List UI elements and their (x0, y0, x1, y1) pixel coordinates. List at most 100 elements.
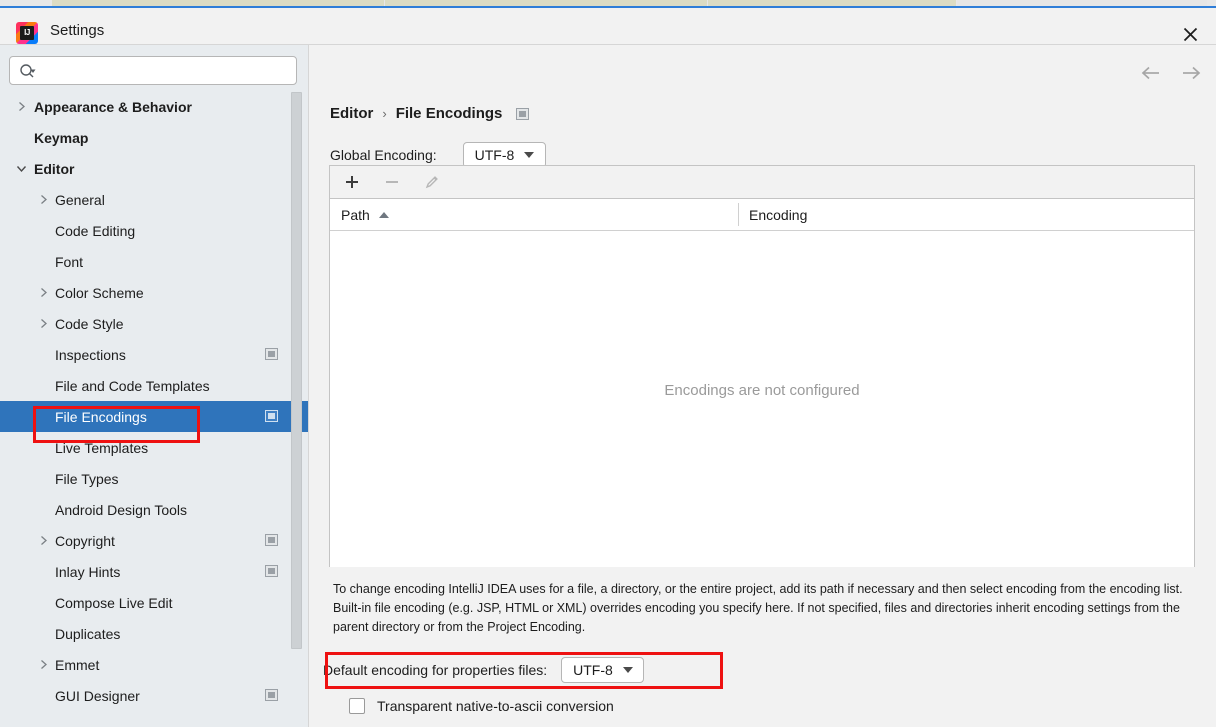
sidebar-item-general[interactable]: General (0, 184, 308, 215)
settings-sidebar: Appearance & Behavior Keymap Editor General… (0, 45, 309, 727)
column-header-encoding[interactable]: Encoding (749, 199, 807, 230)
sidebar-item-appearance-behavior[interactable]: Appearance & Behavior (0, 91, 308, 122)
breadcrumb-parent[interactable]: Editor (330, 105, 373, 122)
chevron-right-icon (41, 195, 47, 204)
sidebar-item-inlay-hints[interactable]: Inlay Hints (0, 556, 308, 587)
sidebar-item-label: Inspections (55, 346, 126, 363)
sidebar-item-gui-designer[interactable]: GUI Designer (0, 680, 308, 711)
sidebar-item-file-encodings[interactable]: File Encodings (0, 401, 308, 432)
sidebar-scrollbar[interactable] (291, 92, 302, 692)
project-settings-icon (516, 107, 530, 120)
sidebar-item-code-style[interactable]: Code Style (0, 308, 308, 339)
breadcrumb-separator: › (382, 106, 387, 121)
sidebar-item-file-types[interactable]: File Types (0, 463, 308, 494)
sidebar-item-inspections[interactable]: Inspections (0, 339, 308, 370)
chevron-down-icon (524, 152, 535, 158)
plus-icon (346, 176, 358, 188)
back-button[interactable] (1138, 60, 1164, 86)
table-body: Encodings are not configured (330, 231, 1194, 567)
sidebar-item-label: Android Design Tools (55, 501, 188, 518)
arrow-left-icon (1141, 66, 1159, 80)
logo-letters: IJ (20, 26, 34, 40)
remove-encoding-button[interactable] (381, 171, 403, 193)
encodings-table: Path Encoding Encodings are not configur… (329, 165, 1195, 567)
sidebar-scrollbar-thumb[interactable] (291, 92, 302, 649)
column-divider[interactable] (738, 203, 739, 226)
default-properties-encoding-value: UTF-8 (573, 662, 613, 678)
empty-state-message: Encodings are not configured (664, 381, 860, 399)
project-settings-icon (265, 410, 278, 422)
sidebar-item-copyright[interactable]: Copyright (0, 525, 308, 556)
sidebar-item-label: Appearance & Behavior (34, 98, 192, 115)
add-encoding-button[interactable] (341, 171, 363, 193)
sidebar-item-live-templates[interactable]: Live Templates (0, 432, 308, 463)
search-icon (20, 64, 36, 78)
sidebar-item-label: Compose Live Edit (55, 594, 173, 611)
sidebar-item-android-design-tools[interactable]: Android Design Tools (0, 494, 308, 525)
transparent-conversion-label: Transparent native-to-ascii conversion (377, 698, 614, 714)
sidebar-item-duplicates[interactable]: Duplicates (0, 618, 308, 649)
sidebar-item-label: Code Editing (55, 222, 136, 239)
settings-dialog: IJ Settings Appearance & Behavior Keymap E… (0, 0, 1216, 727)
search-input[interactable] (42, 57, 290, 86)
description-text: To change encoding IntelliJ IDEA uses fo… (333, 582, 1183, 634)
chevron-right-icon (41, 288, 47, 297)
sidebar-item-font[interactable]: Font (0, 246, 308, 277)
sidebar-item-label: Copyright (55, 532, 115, 549)
sidebar-item-label: File Encodings (55, 408, 147, 425)
chevron-down-icon (622, 667, 633, 673)
global-encoding-label: Global Encoding: (330, 147, 437, 163)
title-bar: IJ Settings (0, 8, 1216, 45)
minus-icon (386, 181, 398, 183)
intellij-idea-logo-icon: IJ (16, 22, 38, 44)
settings-tree: Appearance & Behavior Keymap Editor General… (0, 91, 308, 727)
sidebar-item-editor[interactable]: Editor (0, 153, 308, 184)
sidebar-item-label: Duplicates (55, 625, 121, 642)
sidebar-item-emmet[interactable]: Emmet (0, 649, 308, 680)
pencil-icon (425, 176, 438, 189)
breadcrumb: Editor › File Encodings (330, 105, 530, 122)
search-field[interactable] (9, 56, 297, 86)
close-icon (1183, 27, 1197, 41)
sidebar-item-label: Editor (34, 160, 75, 177)
project-settings-icon (265, 534, 278, 546)
sidebar-item-label: Font (55, 253, 84, 270)
arrow-right-icon (1183, 66, 1201, 80)
navigation-arrows (1138, 60, 1204, 86)
sidebar-item-file-and-code-templates[interactable]: File and Code Templates (0, 370, 308, 401)
sidebar-item-label: Color Scheme (55, 284, 144, 301)
project-settings-icon (265, 348, 278, 360)
global-encoding-value: UTF-8 (474, 147, 515, 163)
default-properties-encoding-row: Default encoding for properties files: U… (323, 657, 645, 683)
sidebar-item-label: File and Code Templates (55, 377, 210, 394)
project-settings-icon (265, 689, 278, 701)
chevron-right-icon (19, 102, 25, 111)
forward-button[interactable] (1178, 60, 1204, 86)
sidebar-item-compose-live-edit[interactable]: Compose Live Edit (0, 587, 308, 618)
sort-ascending-icon (378, 211, 389, 218)
project-settings-icon (265, 565, 278, 577)
main-panel: Editor › File Encodings Global Encoding:… (309, 45, 1216, 727)
column-header-encoding-label: Encoding (749, 206, 808, 223)
default-properties-encoding-combobox[interactable]: UTF-8 (561, 657, 645, 683)
table-header-row: Path Encoding (330, 199, 1194, 231)
window-title: Settings (50, 22, 105, 39)
sidebar-item-code-editing[interactable]: Code Editing (0, 215, 308, 246)
sidebar-item-label: File Types (55, 470, 119, 487)
sidebar-item-label: Inlay Hints (55, 563, 121, 580)
sidebar-item-label: Code Style (55, 315, 124, 332)
sidebar-item-keymap[interactable]: Keymap (0, 122, 308, 153)
chevron-right-icon (41, 660, 47, 669)
sidebar-item-color-scheme[interactable]: Color Scheme (0, 277, 308, 308)
sidebar-item-label: Live Templates (55, 439, 149, 456)
sidebar-item-label: Keymap (34, 129, 89, 146)
sidebar-item-label: GUI Designer (55, 687, 140, 704)
transparent-conversion-checkbox[interactable] (349, 698, 365, 714)
sidebar-item-label: General (55, 191, 105, 208)
transparent-conversion-row: Transparent native-to-ascii conversion (349, 698, 614, 714)
chevron-right-icon (41, 536, 47, 545)
edit-encoding-button[interactable] (421, 171, 443, 193)
breadcrumb-current: File Encodings (395, 105, 503, 122)
sidebar-item-label: Emmet (55, 656, 100, 673)
column-header-path[interactable]: Path (341, 199, 389, 230)
